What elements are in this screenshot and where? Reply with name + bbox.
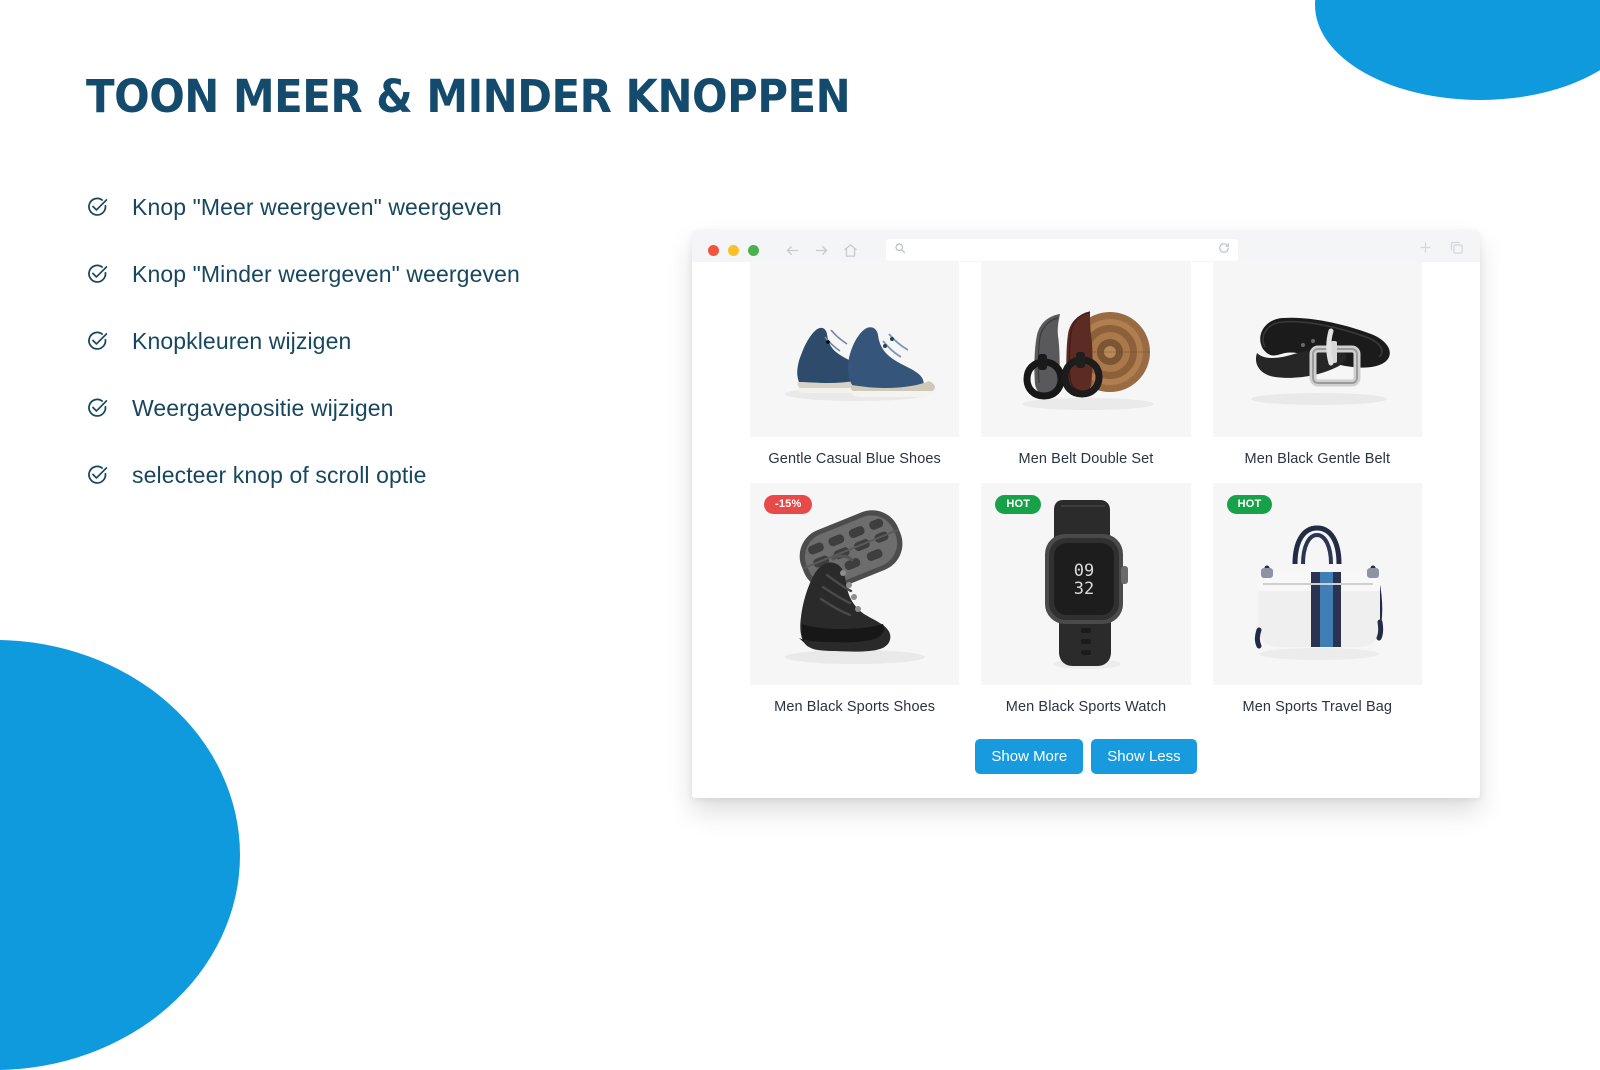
close-window-button[interactable] [708,244,719,256]
list-item: Knop "Meer weergeven" weergeven [86,194,706,221]
check-circle-icon [86,196,108,218]
url-input[interactable] [912,244,1212,256]
plus-icon[interactable] [1418,240,1433,260]
list-item-label: selecteer knop of scroll optie [132,461,427,488]
show-less-button[interactable]: Show Less [1091,739,1197,774]
list-item-label: Knop "Meer weergeven" weergeven [132,193,502,220]
slide-content: TOON MEER & MINDER KNOPPEN Knop "Meer we… [86,70,851,489]
list-item-label: Knop "Minder weergeven" weergeven [132,260,520,287]
page-title: TOON MEER & MINDER KNOPPEN [86,70,851,123]
product-card[interactable]: Men Belt Double Set [981,262,1191,483]
list-item: Knop "Minder weergeven" weergeven [86,261,706,288]
product-card[interactable]: -15% Men Black Sports Shoes [750,483,960,731]
address-bar[interactable] [886,239,1238,261]
check-circle-icon [86,397,108,419]
browser-toolbar-right [1418,240,1466,260]
product-card[interactable]: HOT [981,483,1191,731]
minimize-window-button[interactable] [728,244,739,256]
window-traffic-lights [708,244,759,256]
product-image-white-blue-duffel-bag: HOT [1212,483,1422,685]
decorative-blob-bottom-left [0,640,240,1070]
search-icon [894,241,906,259]
page-viewport: Gentle Casual Blue Shoes Men Belt Double… [692,262,1480,790]
product-image-blue-dress-shoes [750,262,960,437]
decorative-blob-top-right [1315,0,1600,100]
show-more-button[interactable]: Show More [975,739,1084,774]
product-image-black-leather-belt [1212,262,1422,437]
product-name: Men Belt Double Set [1018,451,1154,467]
list-item-label: Weergavepositie wijzigen [132,394,394,421]
check-circle-icon [86,464,108,486]
product-card[interactable]: HOT [1212,483,1422,731]
maximize-window-button[interactable] [748,244,759,256]
forward-arrow-icon[interactable] [814,243,829,258]
product-name: Men Black Sports Watch [1005,699,1167,715]
list-item: Knopkleuren wijzigen [86,328,706,355]
product-image-brown-black-belts [981,262,1191,437]
svg-text:32: 32 [1074,579,1094,599]
check-circle-icon [86,263,108,285]
product-card[interactable]: Men Black Gentle Belt [1212,262,1422,483]
product-name: Men Black Sports Shoes [774,699,936,715]
browser-window-mockup: Gentle Casual Blue Shoes Men Belt Double… [692,230,1480,798]
product-card[interactable]: Gentle Casual Blue Shoes [750,262,960,483]
status-badge: HOT [1226,495,1273,514]
svg-text:09: 09 [1074,561,1094,581]
product-image-black-hiking-boots: -15% [750,483,960,685]
product-image-black-smart-watch: HOT 09 32 [981,483,1191,685]
list-item: Weergavepositie wijzigen [86,395,706,422]
feature-list: Knop "Meer weergeven" weergeven Knop "Mi… [86,194,706,489]
list-item: selecteer knop of scroll optie [86,462,706,489]
status-badge: HOT [995,495,1042,514]
home-icon[interactable] [843,243,858,258]
browser-nav-icons [785,243,858,258]
product-name: Gentle Casual Blue Shoes [768,451,941,467]
reload-icon[interactable] [1218,241,1230,259]
product-name: Men Black Gentle Belt [1244,451,1391,467]
check-circle-icon [86,330,108,352]
back-arrow-icon[interactable] [785,243,800,258]
product-name: Men Sports Travel Bag [1242,699,1393,715]
status-badge: -15% [764,495,813,514]
duplicate-tabs-icon[interactable] [1449,240,1464,260]
product-grid: Gentle Casual Blue Shoes Men Belt Double… [692,262,1480,731]
list-item-label: Knopkleuren wijzigen [132,327,352,354]
pagination-actions: Show More Show Less [692,739,1480,774]
